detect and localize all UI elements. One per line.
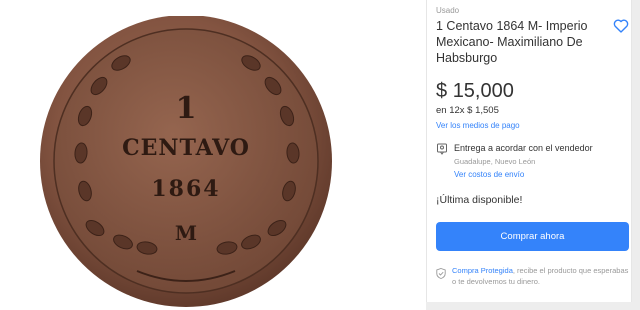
price: $ 15,000 xyxy=(436,80,514,103)
installments-text: en 12x $ 1,505 xyxy=(436,105,499,116)
purchase-protection-text: Compra Protegida, recibe el producto que… xyxy=(452,265,630,287)
coin-year: 1864 xyxy=(151,176,220,202)
price-currency: $ xyxy=(436,80,448,102)
purchase-panel: Usado 1 Centavo 1864 M- Imperio Mexicano… xyxy=(426,0,632,302)
coin-denomination-word: CENTAVO xyxy=(122,135,250,161)
item-condition: Usado xyxy=(436,6,460,15)
heart-icon[interactable] xyxy=(613,18,629,34)
coin-illustration: 1 CENTAVO 1864 M xyxy=(40,15,332,307)
coin-image[interactable]: 1 CENTAVO 1864 M xyxy=(37,15,339,310)
buy-now-button[interactable]: Comprar ahora xyxy=(436,222,629,251)
protected-purchase-link[interactable]: Compra Protegida xyxy=(452,266,513,275)
coin-mint-mark: M xyxy=(175,221,197,245)
coin-face xyxy=(53,28,319,294)
shipping-title: Entrega a acordar con el vendedor xyxy=(454,143,593,153)
availability-text: ¡Última disponible! xyxy=(436,194,523,206)
product-title: 1 Centavo 1864 M- Imperio Mexicano- Maxi… xyxy=(436,19,588,65)
map-pin-icon xyxy=(436,142,448,155)
shipping-costs-link[interactable]: Ver costos de envío xyxy=(454,170,524,179)
shipping-location: Guadalupe, Nuevo León xyxy=(454,157,536,166)
payment-methods-link[interactable]: Ver los medios de pago xyxy=(436,121,520,130)
coin-denomination-number: 1 xyxy=(176,91,197,126)
price-amount: 15,000 xyxy=(452,80,514,102)
shield-check-icon xyxy=(436,266,446,279)
product-image-gallery[interactable]: 1 CENTAVO 1864 M xyxy=(0,0,426,310)
page-margin xyxy=(632,0,640,310)
